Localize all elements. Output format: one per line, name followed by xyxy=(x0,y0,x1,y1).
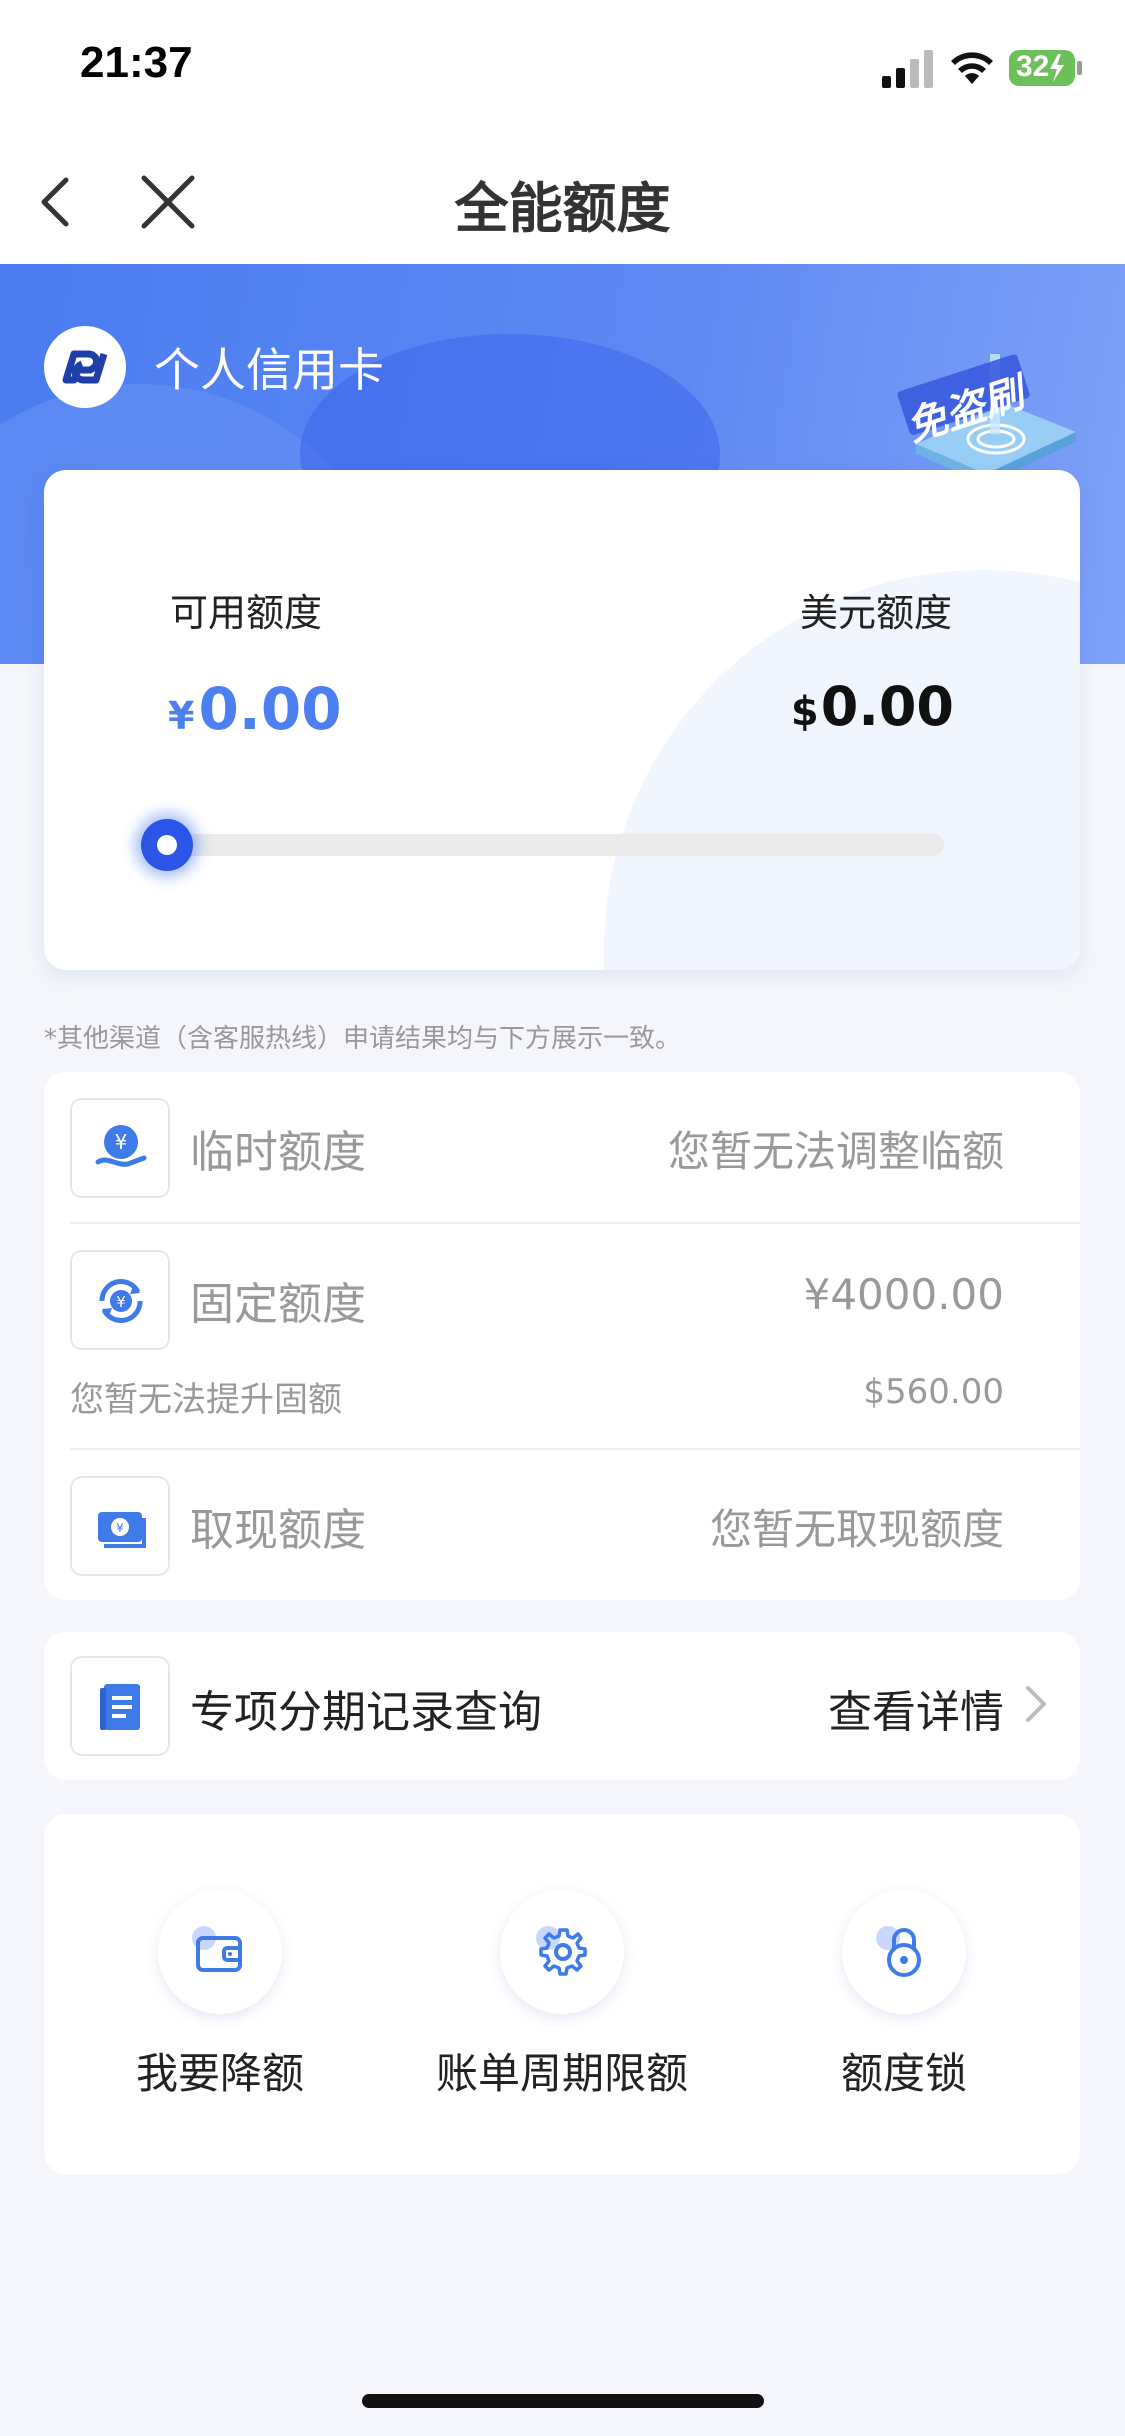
svg-text:¥: ¥ xyxy=(116,1293,126,1311)
wallet-icon xyxy=(158,1890,282,2014)
fixed-limit-value: ¥4000.00 xyxy=(803,1270,1004,1319)
fixed-limit-note: 您暂无法提升固额 xyxy=(70,1380,342,1420)
channel-note: *其他渠道（含客服热线）申请结果均与下方展示一致。 xyxy=(44,1024,682,1054)
cash-limit-title: 取现额度 xyxy=(190,1505,366,1556)
page-title: 全能额度 xyxy=(454,177,671,240)
available-limit-value: ¥0.00 xyxy=(168,675,342,743)
limit-list-card: ¥ 临时额度 您暂无法调整临额 ¥ 固定额度 ¥4000.00 您暂无法提升固额… xyxy=(44,1072,1080,1600)
hand-yuan-icon: ¥ xyxy=(70,1098,170,1198)
status-bar: 21:37 32 xyxy=(0,0,1125,140)
cash-note-icon: ¥ xyxy=(70,1476,170,1576)
limit-actions-card: 我要降额 账单周期限额 额度锁 xyxy=(44,1814,1080,2174)
cash-limit-value: 您暂无取现额度 xyxy=(709,1505,1004,1554)
fixed-limit-usd-value: $560.00 xyxy=(863,1372,1004,1412)
usd-limit-label: 美元额度 xyxy=(799,591,952,635)
limit-lock-label: 额度锁 xyxy=(840,2049,967,2098)
available-limit-card: 可用额度 ¥0.00 美元额度 $0.00 xyxy=(44,470,1080,970)
svg-text:¥: ¥ xyxy=(116,1521,124,1535)
wifi-icon xyxy=(951,52,993,84)
installment-title: 专项分期记录查询 xyxy=(190,1687,542,1738)
lock-icon xyxy=(842,1890,966,2014)
reduce-limit-label: 我要降额 xyxy=(135,2049,304,2098)
card-type-label: 个人信用卡 xyxy=(154,343,384,397)
signal-icon xyxy=(882,50,933,88)
status-time: 21:37 xyxy=(80,38,193,87)
limit-lock-button[interactable]: 额度锁 xyxy=(744,1890,1064,2130)
chevron-right-icon xyxy=(1026,1686,1046,1722)
yuan-cycle-icon: ¥ xyxy=(70,1250,170,1350)
fixed-limit-title: 固定额度 xyxy=(190,1279,366,1330)
limit-usage-knob xyxy=(141,819,193,871)
billing-cycle-limit-button[interactable]: 账单周期限额 xyxy=(402,1890,722,2130)
currency-symbol: ¥ xyxy=(168,694,195,738)
temporary-limit-title: 临时额度 xyxy=(190,1127,366,1178)
svg-text:¥: ¥ xyxy=(115,1130,128,1154)
temporary-limit-value: 您暂无法调整临额 xyxy=(667,1127,1004,1176)
battery-level: 32 xyxy=(1016,50,1050,83)
divider xyxy=(70,1222,1080,1224)
billing-cycle-limit-label: 账单周期限额 xyxy=(435,2049,688,2098)
installment-record-row[interactable]: 专项分期记录查询 查看详情 xyxy=(44,1632,1080,1780)
available-limit-label: 可用额度 xyxy=(170,591,323,635)
divider xyxy=(70,1448,1080,1450)
currency-symbol: $ xyxy=(790,689,819,735)
gear-icon xyxy=(500,1890,624,2014)
home-indicator xyxy=(362,2394,764,2408)
view-details-link[interactable]: 查看详情 xyxy=(828,1676,1004,1740)
usd-limit-value: $0.00 xyxy=(791,675,954,738)
battery-charging-icon: 32 xyxy=(1008,48,1084,88)
nav-bar: 全能额度 xyxy=(0,140,1125,264)
usd-limit-amount: 0.00 xyxy=(820,675,954,738)
document-list-icon xyxy=(70,1656,170,1756)
available-limit-amount: 0.00 xyxy=(198,675,342,743)
reduce-limit-button[interactable]: 我要降额 xyxy=(60,1890,380,2130)
bank-logo-icon xyxy=(44,326,126,408)
limit-usage-bar xyxy=(166,834,944,856)
